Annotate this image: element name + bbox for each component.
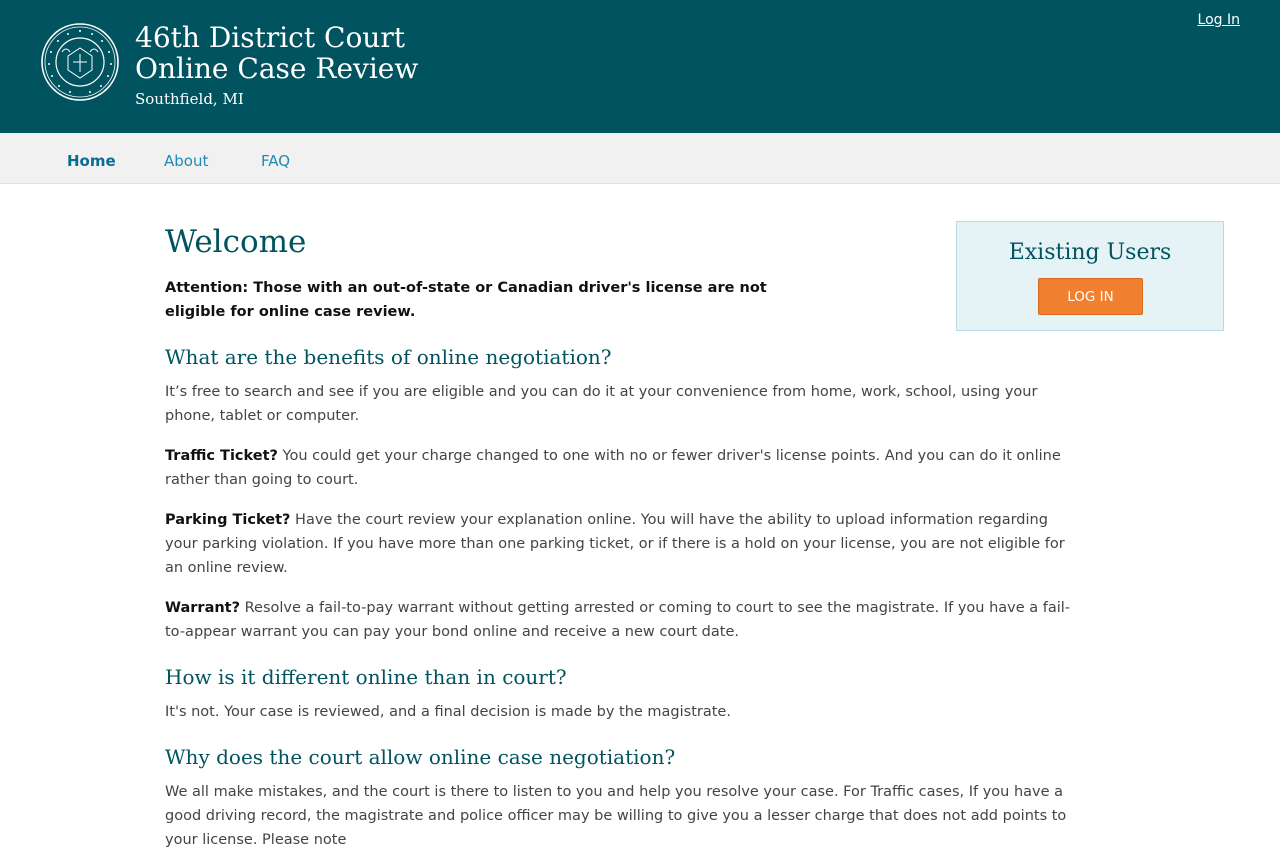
main-nav: Home About FAQ — [0, 133, 1280, 184]
site-location: Southfield, MI — [135, 90, 244, 108]
why-allow-text: We all make mistakes, and the court is t… — [165, 784, 1067, 848]
site-title-line1: 46th District Court — [135, 21, 405, 54]
nav-item-faq[interactable]: FAQ — [261, 133, 290, 183]
benefits-heading: What are the benefits of online negotiat… — [165, 345, 612, 369]
nav-item-home[interactable]: Home — [67, 133, 116, 183]
page-title: Welcome — [165, 224, 307, 260]
parking-ticket-paragraph: Parking Ticket? Have the court review yo… — [165, 508, 1080, 580]
existing-users-title: Existing Users — [1008, 240, 1172, 265]
traffic-ticket-paragraph: Traffic Ticket? You could get your charg… — [165, 444, 1080, 492]
nav-item-about[interactable]: About — [164, 133, 208, 183]
site-title-block: 46th District Court Online Case Review S… — [135, 22, 418, 108]
traffic-ticket-label: Traffic Ticket? — [165, 448, 278, 464]
site-header: 46th District Court Online Case Review S… — [0, 0, 1280, 133]
warrant-label: Warrant? — [165, 600, 241, 616]
site-title-line2: Online Case Review — [135, 52, 419, 85]
parking-ticket-text: Have the court review your explanation o… — [165, 512, 1065, 576]
difference-text: It's not. Your case is reviewed, and a f… — [165, 704, 731, 720]
parking-ticket-label: Parking Ticket? — [165, 512, 291, 528]
state-seal-icon — [41, 23, 119, 101]
header-login-link[interactable]: Log In — [1198, 12, 1240, 28]
main-content: Welcome Attention: Those with an out-of-… — [165, 222, 1080, 868]
login-button[interactable]: LOG IN — [1038, 278, 1143, 315]
traffic-ticket-text: You could get your charge changed to one… — [165, 448, 1061, 488]
benefits-intro: It’s free to search and see if you are e… — [165, 384, 1038, 424]
warrant-text: Resolve a fail-to-pay warrant without ge… — [165, 600, 1071, 640]
difference-heading: How is it different online than in court… — [165, 665, 567, 689]
why-allow-heading: Why does the court allow online case neg… — [165, 745, 676, 769]
attention-notice: Attention: Those with an out-of-state or… — [165, 280, 767, 320]
existing-users-panel: Existing Users LOG IN — [956, 221, 1224, 331]
warrant-paragraph: Warrant? Resolve a fail-to-pay warrant w… — [165, 596, 1080, 644]
